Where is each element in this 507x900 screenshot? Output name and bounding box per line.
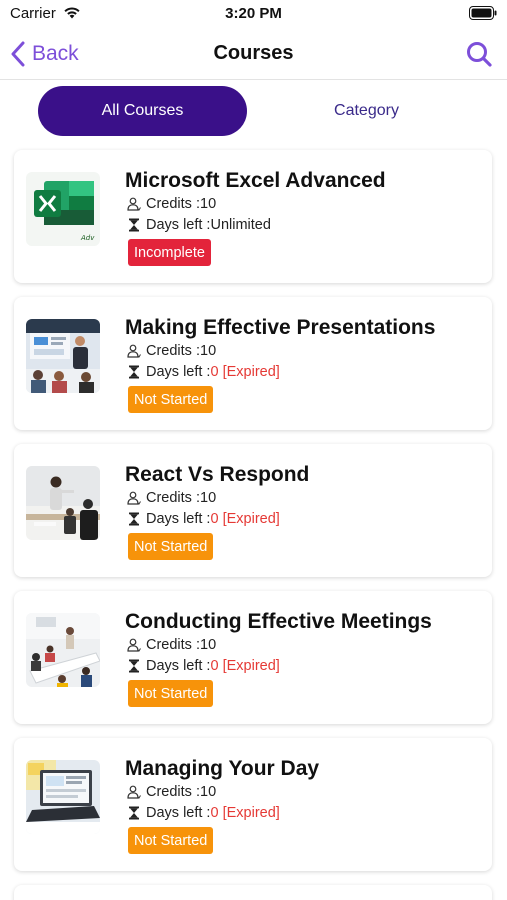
clock: 3:20 PM <box>225 5 282 22</box>
credits-label: Credits : <box>146 490 200 506</box>
days-left-value: 0 <box>210 364 219 380</box>
credits-value: 10 <box>200 196 217 212</box>
course-title: Microsoft Excel Advanced <box>125 169 386 192</box>
course-days-left: Days left : 0 [Expired] <box>127 511 280 527</box>
course-thumbnail: Adv <box>26 172 100 246</box>
course-credits: Credits : 10 <box>127 343 216 359</box>
expired-label: [Expired] <box>222 658 280 674</box>
course-days-left: Days left : 0 [Expired] <box>127 658 280 674</box>
course-title: Managing Your Day <box>125 757 320 780</box>
expired-label: [Expired] <box>222 511 280 527</box>
course-list: Adv Microsoft Excel Advanced Credits : 1… <box>14 150 492 900</box>
battery-icon <box>469 6 497 20</box>
course-credits: Credits : 10 <box>127 637 216 653</box>
course-card[interactable] <box>14 885 492 900</box>
days-left-value: 0 <box>210 805 219 821</box>
course-card[interactable]: Managing Your Day Credits : 10 Days left… <box>14 738 492 871</box>
days-left-label: Days left : <box>146 364 211 380</box>
course-thumbnail <box>26 613 100 687</box>
course-credits: Credits : 10 <box>127 196 216 212</box>
person-icon <box>127 491 141 505</box>
course-credits: Credits : 10 <box>127 784 216 800</box>
conference-room-photo <box>26 613 100 687</box>
days-left-value: 0 <box>210 511 219 527</box>
course-thumbnail <box>26 319 100 393</box>
days-left-label: Days left : <box>146 805 211 821</box>
hourglass-icon <box>129 365 139 379</box>
tab-category[interactable]: Category <box>262 86 471 136</box>
navigation-bar: Back Courses <box>0 28 507 80</box>
excel-logo-icon: Adv <box>26 172 100 246</box>
course-days-left: Days left : 0 [Expired] <box>127 364 280 380</box>
tab-all-courses[interactable]: All Courses <box>38 86 247 136</box>
days-left-label: Days left : <box>146 511 211 527</box>
person-icon <box>127 785 141 799</box>
person-icon <box>127 344 141 358</box>
course-days-left: Days left : 0 [Expired] <box>127 805 280 821</box>
credits-label: Credits : <box>146 196 200 212</box>
course-thumbnail <box>26 466 100 540</box>
chevron-left-icon <box>11 41 25 67</box>
course-card[interactable]: Adv Microsoft Excel Advanced Credits : 1… <box>14 150 492 283</box>
course-days-left: Days left : Unlimited <box>127 217 271 233</box>
status-badge: Not Started <box>128 680 214 707</box>
expired-label: [Expired] <box>222 805 280 821</box>
status-badge: Not Started <box>128 533 214 560</box>
status-badge: Not Started <box>128 386 214 413</box>
course-filter-tabs: All Courses Category <box>38 86 471 136</box>
person-icon <box>127 197 141 211</box>
credits-label: Credits : <box>146 343 200 359</box>
course-thumbnail <box>26 760 100 834</box>
course-card[interactable]: Conducting Effective Meetings Credits : … <box>14 591 492 724</box>
person-icon <box>127 638 141 652</box>
credits-value: 10 <box>200 637 217 653</box>
days-left-value: 0 <box>210 658 219 674</box>
laptop-desk-photo <box>26 760 100 834</box>
credits-label: Credits : <box>146 784 200 800</box>
course-title: Making Effective Presentations <box>125 316 436 339</box>
hourglass-icon <box>129 806 139 820</box>
status-bar: Carrier 3:20 PM <box>0 0 507 28</box>
credits-value: 10 <box>200 343 217 359</box>
search-icon[interactable] <box>465 40 493 68</box>
course-credits: Credits : 10 <box>127 490 216 506</box>
status-badge: Incomplete <box>128 239 211 266</box>
hourglass-icon <box>129 659 139 673</box>
course-card[interactable]: React Vs Respond Credits : 10 Days left … <box>14 444 492 577</box>
credits-value: 10 <box>200 490 217 506</box>
days-left-value: Unlimited <box>210 217 271 233</box>
office-meeting-photo <box>26 466 100 540</box>
expired-label: [Expired] <box>222 364 280 380</box>
status-badge: Not Started <box>128 827 214 854</box>
days-left-label: Days left : <box>146 658 211 674</box>
course-card[interactable]: Making Effective Presentations Credits :… <box>14 297 492 430</box>
hourglass-icon <box>129 512 139 526</box>
days-left-label: Days left : <box>146 217 211 233</box>
hourglass-icon <box>129 218 139 232</box>
course-title: React Vs Respond <box>125 463 310 486</box>
credits-label: Credits : <box>146 637 200 653</box>
back-label: Back <box>32 42 79 65</box>
presentation-photo <box>26 319 100 393</box>
svg-text:Adv: Adv <box>80 234 95 242</box>
credits-value: 10 <box>200 784 217 800</box>
course-title: Conducting Effective Meetings <box>125 610 432 633</box>
back-button[interactable]: Back <box>10 38 79 70</box>
